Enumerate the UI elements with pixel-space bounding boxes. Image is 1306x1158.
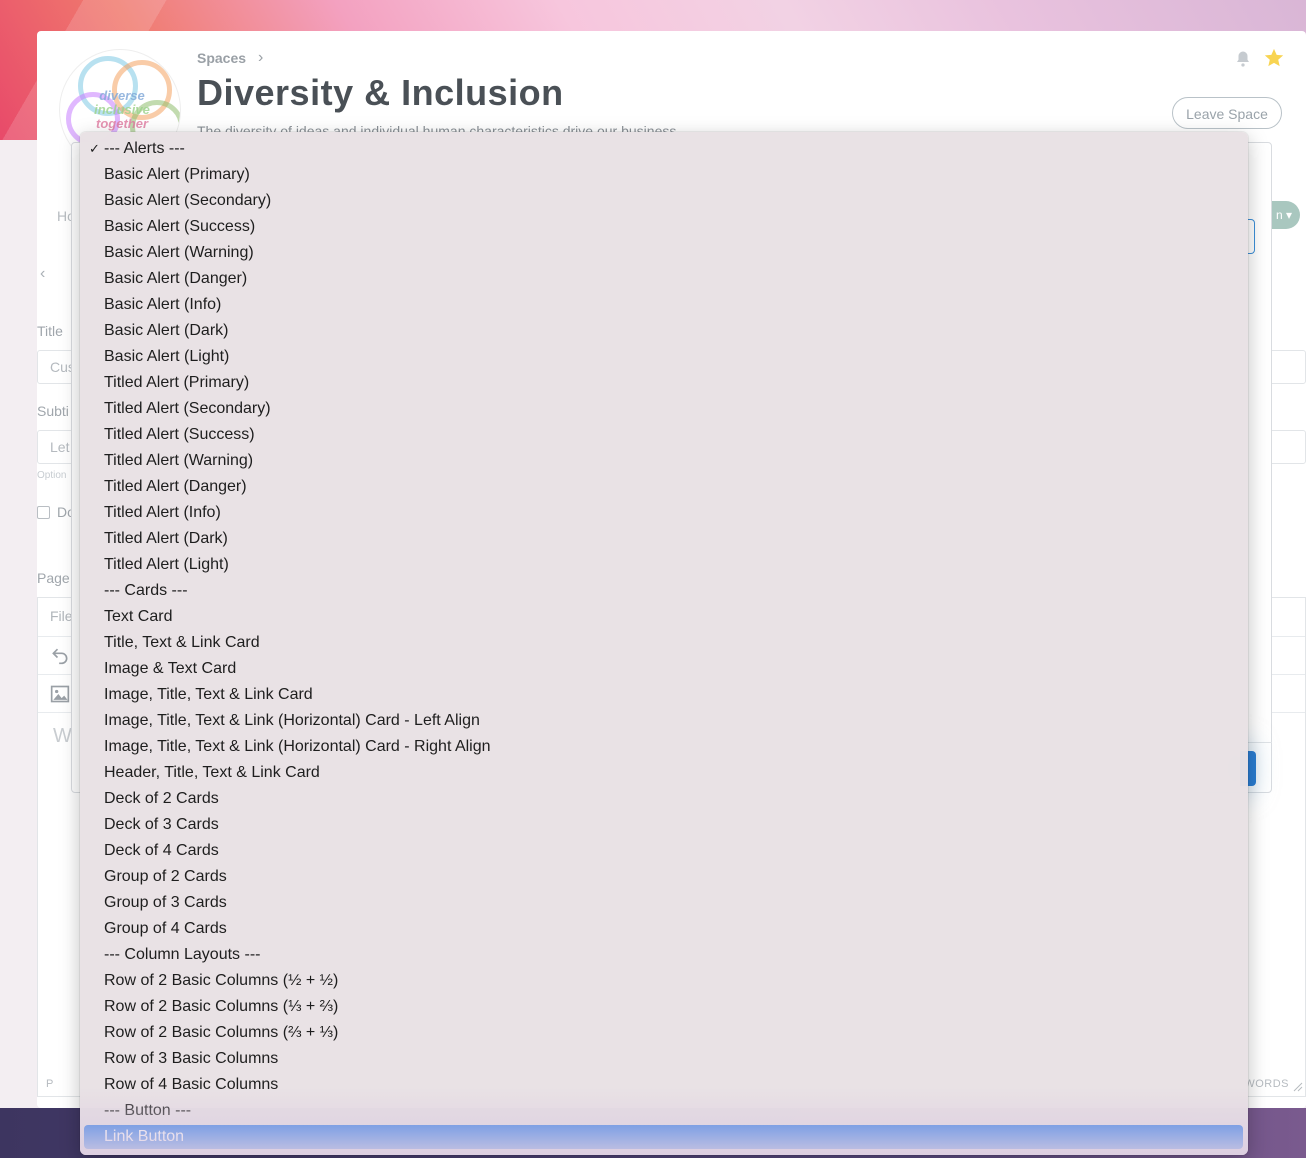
dropdown-option-label: Basic Alert (Dark): [104, 322, 229, 339]
dropdown-option-label: Basic Alert (Danger): [104, 270, 248, 287]
bell-icon[interactable]: [1234, 50, 1252, 68]
dropdown-scroll-fade: [80, 1087, 1248, 1155]
dropdown-option-label: Titled Alert (Success): [104, 426, 255, 443]
dropdown-option[interactable]: Basic Alert (Danger): [84, 267, 1243, 291]
dropdown-option[interactable]: Titled Alert (Danger): [84, 475, 1243, 499]
logo-word-1: diverse: [99, 88, 145, 103]
dropdown-option[interactable]: Deck of 2 Cards: [84, 787, 1243, 811]
chevron-right-icon: ›: [258, 49, 264, 66]
dropdown-option-label: Text Card: [104, 608, 173, 625]
dropdown-option[interactable]: Basic Alert (Success): [84, 215, 1243, 239]
dropdown-option-label: Group of 3 Cards: [104, 894, 227, 911]
dropdown-group-header[interactable]: --- Column Layouts ---: [84, 943, 1243, 967]
dropdown-option-label: Deck of 2 Cards: [104, 790, 219, 807]
dropdown-option-label: Row of 3 Basic Columns: [104, 1050, 279, 1067]
dropdown-option[interactable]: Basic Alert (Info): [84, 293, 1243, 317]
title-label: Title: [37, 323, 63, 339]
dropdown-group-header[interactable]: ✓ --- Alerts ---: [84, 137, 1243, 161]
dropdown-option[interactable]: Titled Alert (Info): [84, 501, 1243, 525]
dropdown-option[interactable]: Deck of 4 Cards: [84, 839, 1243, 863]
dropdown-option[interactable]: Image, Title, Text & Link (Horizontal) C…: [84, 735, 1243, 759]
dropdown-option[interactable]: Image, Title, Text & Link (Horizontal) C…: [84, 709, 1243, 733]
dropdown-option-label: Row of 2 Basic Columns (⅓ + ⅔): [104, 998, 339, 1015]
editor-placeholder: W: [53, 725, 72, 747]
image-icon[interactable]: [50, 684, 70, 704]
dropdown-option-label: Titled Alert (Info): [104, 504, 221, 521]
template-dropdown-list[interactable]: ✓ --- Alerts --- Basic Alert (Primary) Basi…: [80, 132, 1248, 1155]
dropdown-option[interactable]: Titled Alert (Secondary): [84, 397, 1243, 421]
dropdown-option-label: Titled Alert (Light): [104, 556, 229, 573]
breadcrumb-spaces[interactable]: Spaces: [197, 50, 246, 66]
dropdown-option-label: Titled Alert (Secondary): [104, 400, 271, 417]
dropdown-option-label: Group of 2 Cards: [104, 868, 227, 885]
dropdown-option-label: Group of 4 Cards: [104, 920, 227, 937]
dropdown-option-label: Image, Title, Text & Link (Horizontal) C…: [104, 712, 480, 729]
logo-word-2: inclusive: [94, 102, 150, 117]
dropdown-option[interactable]: Image, Title, Text & Link Card: [84, 683, 1243, 707]
dropdown-option-label: Row of 2 Basic Columns (⅔ + ⅓): [104, 1024, 339, 1041]
dropdown-option-label: --- Alerts ---: [104, 140, 185, 157]
dropdown-option-label: Image, Title, Text & Link (Horizontal) C…: [104, 738, 491, 755]
dropdown-option[interactable]: Titled Alert (Primary): [84, 371, 1243, 395]
dropdown-option[interactable]: Image & Text Card: [84, 657, 1243, 681]
dropdown-option[interactable]: Basic Alert (Light): [84, 345, 1243, 369]
dropdown-option[interactable]: Titled Alert (Warning): [84, 449, 1243, 473]
optional-note: Option: [37, 470, 67, 481]
dropdown-option-label: --- Cards ---: [104, 582, 188, 599]
star-icon[interactable]: [1263, 47, 1285, 69]
dropdown-option-label: Titled Alert (Primary): [104, 374, 250, 391]
dropdown-option-label: Basic Alert (Warning): [104, 244, 254, 261]
dropdown-option-label: Basic Alert (Secondary): [104, 192, 272, 209]
dropdown-option[interactable]: Titled Alert (Success): [84, 423, 1243, 447]
editor-status-path: P: [46, 1078, 54, 1090]
option-checkbox[interactable]: [37, 506, 50, 519]
editor-word-count: WORDS: [1244, 1078, 1289, 1090]
page-title: Diversity & Inclusion: [197, 72, 564, 113]
dropdown-option[interactable]: Basic Alert (Warning): [84, 241, 1243, 265]
dropdown-option[interactable]: Basic Alert (Secondary): [84, 189, 1243, 213]
dropdown-option-label: Basic Alert (Success): [104, 218, 256, 235]
dropdown-option-label: Image & Text Card: [104, 660, 237, 677]
dropdown-option[interactable]: Row of 2 Basic Columns (⅓ + ⅔): [84, 995, 1243, 1019]
dropdown-option-label: Basic Alert (Light): [104, 348, 230, 365]
dropdown-option[interactable]: Group of 2 Cards: [84, 865, 1243, 889]
dropdown-option[interactable]: Title, Text & Link Card: [84, 631, 1243, 655]
dropdown-option[interactable]: Titled Alert (Dark): [84, 527, 1243, 551]
undo-icon[interactable]: [50, 645, 70, 665]
dropdown-option[interactable]: Titled Alert (Light): [84, 553, 1243, 577]
dropdown-option-label: Titled Alert (Warning): [104, 452, 254, 469]
dropdown-option[interactable]: Row of 2 Basic Columns (⅔ + ⅓): [84, 1021, 1243, 1045]
dropdown-option-label: Basic Alert (Primary): [104, 166, 250, 183]
dropdown-option[interactable]: Header, Title, Text & Link Card: [84, 761, 1243, 785]
dropdown-option[interactable]: Group of 3 Cards: [84, 891, 1243, 915]
leave-space-button[interactable]: Leave Space: [1172, 97, 1282, 129]
dropdown-option-label: Deck of 4 Cards: [104, 842, 219, 859]
subtitle-label: Subti: [37, 403, 69, 419]
dropdown-option-label: Header, Title, Text & Link Card: [104, 764, 320, 781]
editor-file-menu[interactable]: File: [50, 608, 73, 624]
dropdown-option-label: Titled Alert (Dark): [104, 530, 228, 547]
dropdown-option[interactable]: Row of 3 Basic Columns: [84, 1047, 1243, 1071]
dropdown-option-label: Image, Title, Text & Link Card: [104, 686, 313, 703]
dropdown-option[interactable]: Text Card: [84, 605, 1243, 629]
dropdown-option[interactable]: Basic Alert (Primary): [84, 163, 1243, 187]
dropdown-option[interactable]: Basic Alert (Dark): [84, 319, 1243, 343]
dropdown-option[interactable]: Row of 2 Basic Columns (½ + ½): [84, 969, 1243, 993]
dropdown-option[interactable]: Deck of 3 Cards: [84, 813, 1243, 837]
dropdown-option-label: Basic Alert (Info): [104, 296, 222, 313]
dropdown-option-label: Row of 2 Basic Columns (½ + ½): [104, 972, 339, 989]
dropdown-option-label: Titled Alert (Danger): [104, 478, 247, 495]
logo-word-3: together: [96, 116, 148, 131]
resize-icon[interactable]: [1293, 1082, 1303, 1092]
chevron-left-icon[interactable]: ‹: [40, 265, 45, 283]
page-content-label: Page: [37, 570, 70, 586]
dropdown-group-header[interactable]: --- Cards ---: [84, 579, 1243, 603]
checkmark-icon: ✓: [89, 141, 100, 156]
dropdown-option[interactable]: Group of 4 Cards: [84, 917, 1243, 941]
dropdown-option-label: Title, Text & Link Card: [104, 634, 260, 651]
space-description: The diversity of ideas and individual hu…: [197, 123, 677, 132]
dropdown-option-label: --- Column Layouts ---: [104, 946, 261, 963]
modal-footer-divider: [1248, 742, 1272, 743]
dropdown-option-label: Deck of 3 Cards: [104, 816, 219, 833]
